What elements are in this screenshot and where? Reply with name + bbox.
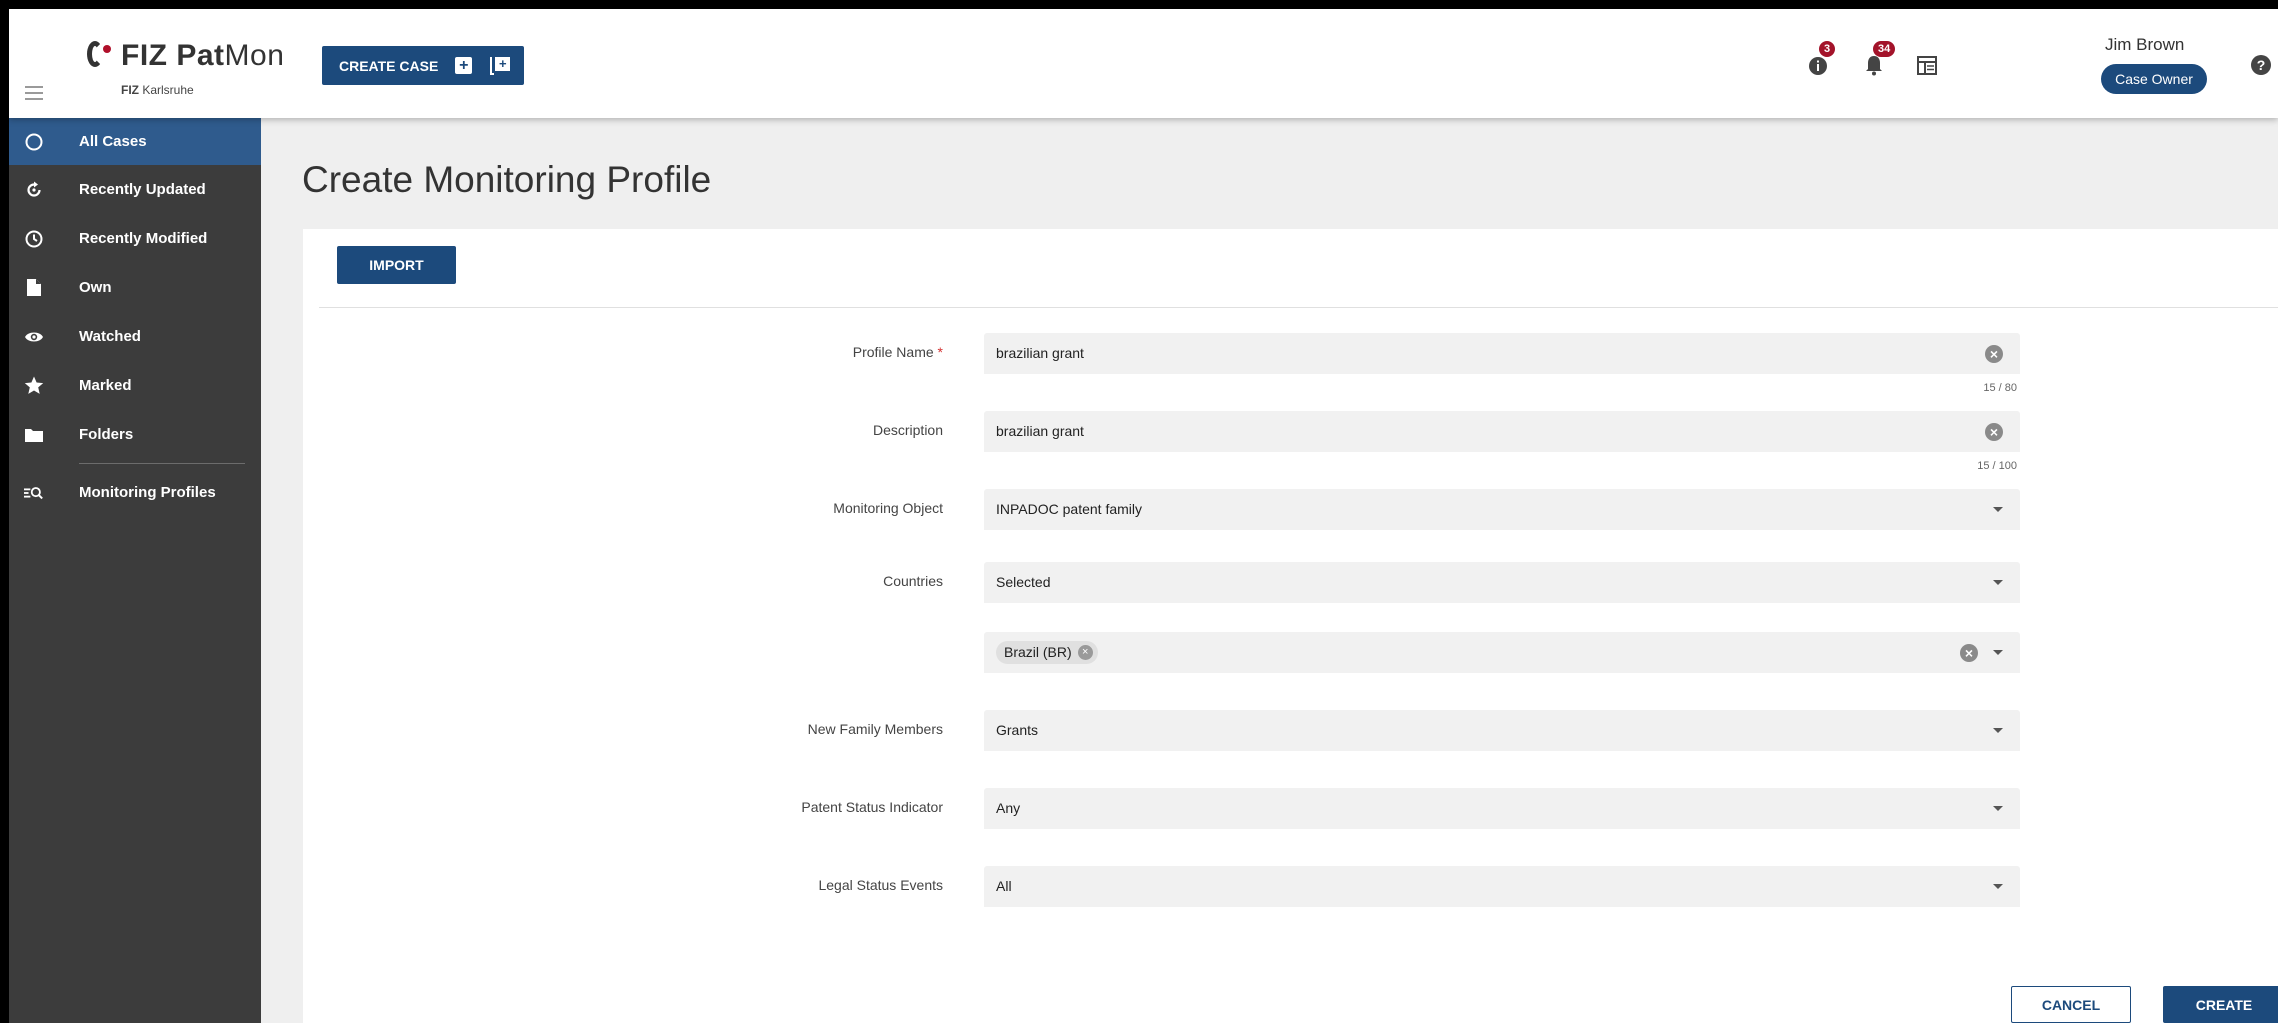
patent-status-indicator-label: Patent Status Indicator (801, 799, 943, 815)
circle-icon (24, 132, 44, 152)
country-chips-select[interactable]: Brazil (BR) × × (984, 632, 2020, 673)
countries-value: Selected (996, 574, 1051, 590)
sidebar-item-folders[interactable]: Folders (9, 410, 261, 459)
sidebar-item-marked[interactable]: Marked (9, 361, 261, 410)
sidebar-item-own[interactable]: Own (9, 263, 261, 312)
required-mark: * (937, 344, 943, 360)
patent-status-indicator-value: Any (996, 800, 1021, 816)
info-icon[interactable] (1808, 56, 1828, 76)
description-input[interactable]: brazilian grant × (984, 411, 2020, 452)
logo-title: FIZ PatMon (121, 39, 285, 72)
notifications-badge: 34 (1873, 41, 1896, 57)
add-icon[interactable]: + (455, 57, 473, 74)
legal-status-events-value: All (996, 878, 1012, 894)
chevron-down-icon (1993, 650, 2003, 655)
chevron-down-icon (1993, 884, 2003, 889)
card-divider (319, 307, 2278, 308)
new-family-members-value: Grants (996, 722, 1039, 738)
sidebar-item-label: All Cases (79, 133, 147, 150)
sidebar-item-label: Recently Updated (79, 181, 206, 198)
sidebar-item-all-cases[interactable]: All Cases (9, 118, 261, 165)
legal-status-events-select[interactable]: All (984, 866, 2020, 907)
logo-dot-icon (103, 45, 111, 53)
countries-select[interactable]: Selected (984, 562, 2020, 603)
sidebar-item-watched[interactable]: Watched (9, 312, 261, 361)
create-case-button[interactable]: CREATE CASE + + (322, 46, 524, 85)
page-title: Create Monitoring Profile (302, 159, 712, 200)
sidebar-item-recently-updated[interactable]: Recently Updated (9, 165, 261, 214)
sidebar-divider (79, 463, 245, 464)
profile-name-input[interactable]: brazilian grant × (984, 333, 2020, 374)
countries-label: Countries (883, 573, 943, 589)
cancel-button[interactable]: CANCEL (2011, 986, 2131, 1023)
create-case-label: CREATE CASE (339, 57, 439, 74)
new-family-members-select[interactable]: Grants (984, 710, 2020, 751)
sidebar-item-label: Marked (79, 377, 132, 394)
folder-icon (24, 425, 44, 445)
monitoring-object-label: Monitoring Object (833, 500, 943, 516)
country-chip[interactable]: Brazil (BR) × (996, 641, 1098, 664)
new-family-members-label: New Family Members (807, 721, 943, 737)
sidebar-item-label: Own (79, 279, 112, 296)
clear-icon[interactable]: × (1985, 423, 2003, 441)
chevron-down-icon (1993, 580, 2003, 585)
sidebar-item-label: Watched (79, 328, 141, 345)
eye-icon (24, 327, 44, 347)
document-icon (24, 278, 44, 298)
monitoring-object-value: INPADOC patent family (996, 501, 1143, 517)
logo-subtitle: FIZ Karlsruhe (121, 83, 194, 97)
profile-name-value: brazilian grant (996, 345, 1084, 361)
refresh-icon (24, 180, 44, 200)
sidebar: All Cases Recently Updated Recently Modi… (9, 118, 261, 1023)
bell-icon[interactable] (1865, 55, 1883, 76)
profile-name-label: Profile Name * (852, 344, 943, 360)
create-button[interactable]: CREATE (2163, 986, 2278, 1023)
role-button[interactable]: Case Owner (2101, 64, 2207, 94)
patent-status-indicator-select[interactable]: Any (984, 788, 2020, 829)
layout-icon[interactable] (1917, 56, 1937, 75)
sidebar-item-label: Monitoring Profiles (79, 484, 216, 501)
sidebar-item-monitoring-profiles[interactable]: Monitoring Profiles (9, 468, 261, 517)
add-multiple-icon[interactable]: + (490, 56, 511, 75)
legal-status-events-label: Legal Status Events (818, 877, 943, 893)
logo-mark-icon (87, 41, 103, 67)
description-value: brazilian grant (996, 423, 1084, 439)
sidebar-item-recently-modified[interactable]: Recently Modified (9, 214, 261, 263)
chevron-down-icon (1993, 806, 2003, 811)
chevron-down-icon (1993, 507, 2003, 512)
profile-name-counter: 15 / 80 (1983, 382, 2017, 394)
monitoring-search-icon (24, 483, 44, 503)
description-label: Description (872, 422, 943, 438)
chip-remove-icon[interactable]: × (1077, 645, 1093, 660)
clock-icon (24, 229, 44, 249)
country-chip-label: Brazil (BR) (1004, 644, 1072, 660)
menu-icon[interactable] (25, 86, 43, 104)
app-screen: FIZ PatMon FIZ Karlsruhe CREATE CASE + +… (9, 9, 2278, 1023)
sidebar-item-label: Folders (79, 426, 134, 443)
help-icon[interactable]: ? (2251, 55, 2271, 75)
app-header: FIZ PatMon FIZ Karlsruhe CREATE CASE + +… (9, 9, 2278, 118)
form-card: IMPORT Profile Name * brazilian grant × … (303, 229, 2278, 1023)
chevron-down-icon (1993, 728, 2003, 733)
sidebar-item-label: Recently Modified (79, 230, 208, 247)
star-icon (24, 376, 44, 396)
clear-icon[interactable]: × (1985, 345, 2003, 363)
description-counter: 15 / 100 (1977, 460, 2017, 472)
user-name[interactable]: Jim Brown (2105, 35, 2184, 55)
import-button[interactable]: IMPORT (337, 246, 456, 284)
info-badge: 3 (1819, 41, 1836, 57)
clear-icon[interactable]: × (1960, 644, 1978, 662)
monitoring-object-select[interactable]: INPADOC patent family (984, 489, 2020, 530)
